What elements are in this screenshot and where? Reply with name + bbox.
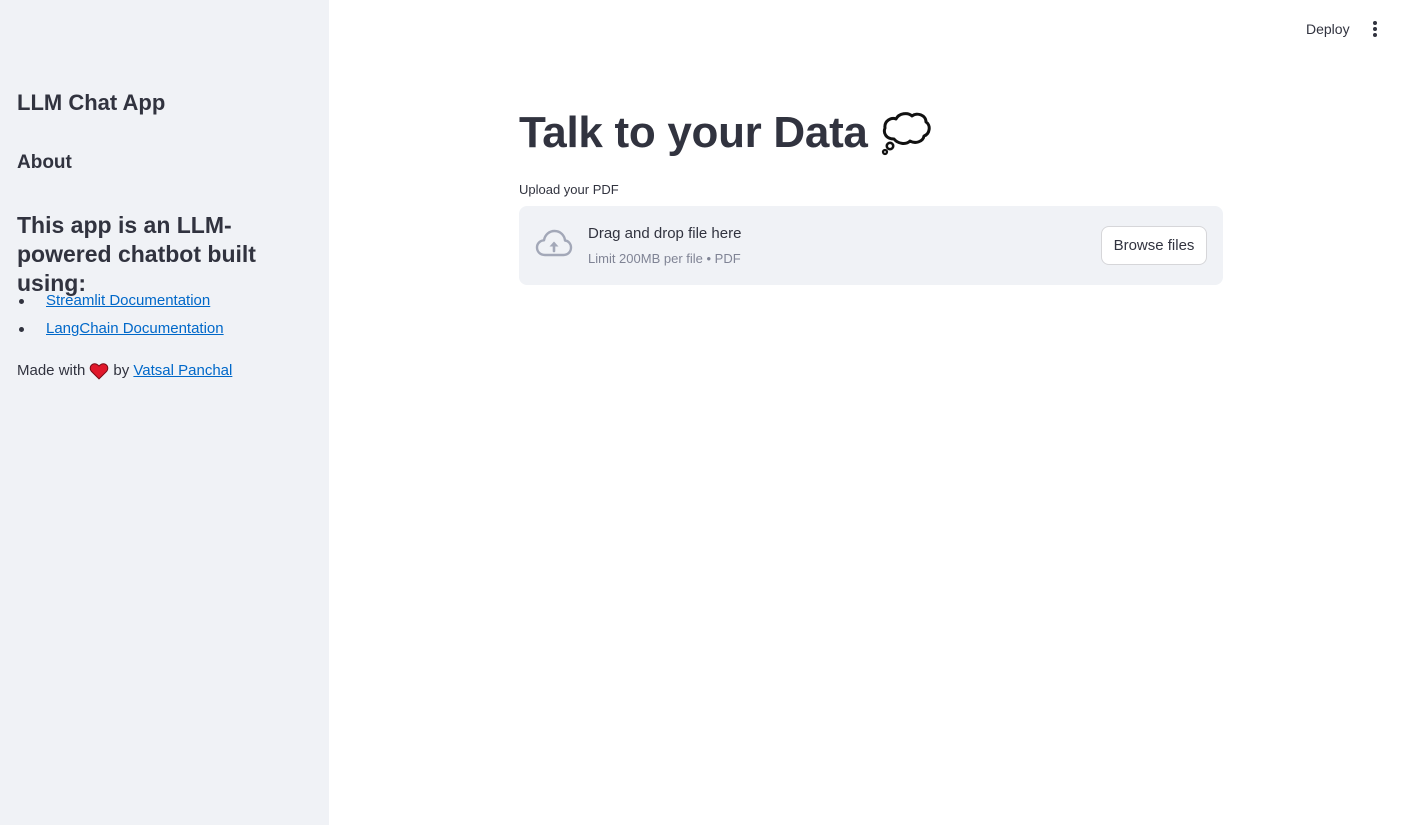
sidebar-title: LLM Chat App (17, 90, 166, 115)
vertical-dots-icon (1373, 27, 1377, 31)
dropzone-limit: Limit 200MB per file • PDF (588, 251, 741, 266)
file-dropzone[interactable]: Drag and drop file here Limit 200MB per … (519, 206, 1223, 285)
upload-label: Upload your PDF (519, 182, 619, 197)
cloud-upload-icon (535, 229, 573, 257)
page-title: Talk to your Data (519, 108, 932, 158)
vertical-dots-icon (1373, 33, 1377, 37)
vertical-dots-icon (1373, 21, 1377, 25)
streamlit-docs-link[interactable]: Streamlit Documentation (46, 292, 210, 309)
page-title-text: Talk to your Data (519, 108, 868, 157)
main-menu-button[interactable] (1363, 17, 1387, 41)
doc-links-list: Streamlit Documentation LangChain Docume… (17, 290, 224, 346)
bullet-icon (19, 299, 24, 304)
made-with-text: Made with (17, 362, 86, 379)
list-item: LangChain Documentation (17, 318, 224, 346)
langchain-docs-link[interactable]: LangChain Documentation (46, 320, 224, 337)
author-link[interactable]: Vatsal Panchal (133, 360, 232, 382)
browse-files-button[interactable]: Browse files (1101, 226, 1207, 265)
made-with-line: Made with by Vatsal Panchal (17, 360, 232, 382)
app-description: This app is an LLM-powered chatbot built… (17, 212, 256, 296)
list-item: Streamlit Documentation (17, 290, 224, 318)
heart-icon (90, 363, 109, 380)
deploy-button[interactable]: Deploy (1298, 17, 1358, 41)
by-text: by (113, 362, 130, 379)
about-heading: About (17, 152, 72, 173)
app-root: LLM Chat App About This app is an LLM-po… (0, 0, 1404, 825)
bullet-icon (19, 327, 24, 332)
dropzone-instructions: Drag and drop file here (588, 225, 742, 242)
thought-balloon-icon (881, 112, 931, 156)
sidebar: LLM Chat App About This app is an LLM-po… (0, 0, 329, 825)
